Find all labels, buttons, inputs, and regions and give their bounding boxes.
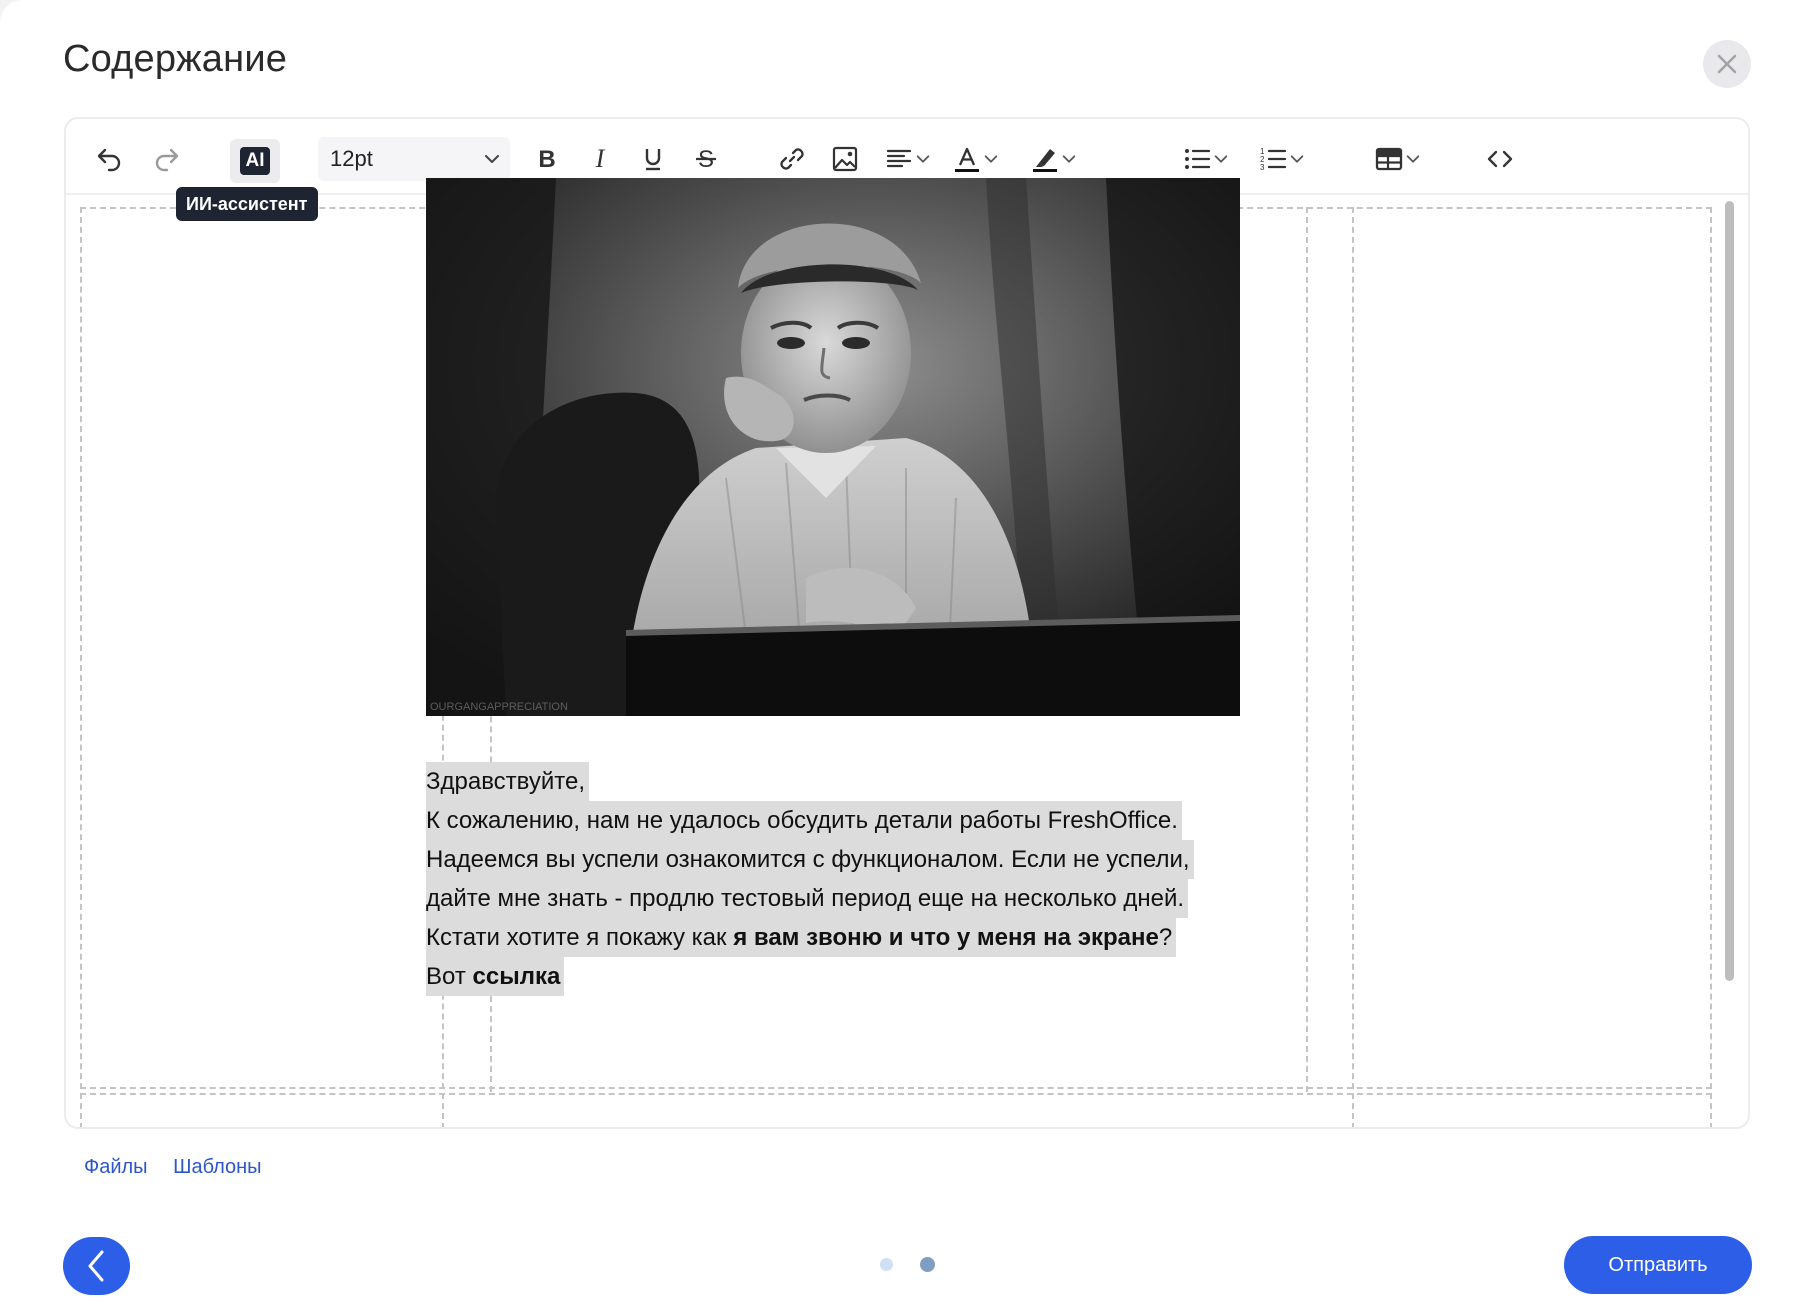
back-button[interactable] [63,1237,130,1295]
letter-line-5-prefix: Кстати хотите я покажу как [426,924,734,951]
undo-button[interactable] [90,139,130,179]
letter-line-5: Кстати хотите я покажу как я вам звоню и… [426,918,1177,957]
text-color-dropdown[interactable] [946,139,1006,179]
photo-watermark: OURGANGAPPRECIATION [430,701,568,713]
numbered-list-icon: 1 2 3 [1260,147,1287,172]
letter-link-text[interactable]: ссылка [473,963,561,990]
italic-button[interactable]: I [580,139,620,179]
send-button[interactable]: Отправить [1564,1236,1752,1294]
svg-text:B: B [538,146,555,173]
source-code-button[interactable] [1480,139,1520,179]
letter-line-6-prefix: Вот [426,963,473,990]
svg-text:I: I [595,144,606,173]
align-dropdown[interactable] [878,139,938,179]
letter-line-2: К сожалению, нам не удалось обсудить дет… [426,801,1182,840]
email-body-text[interactable]: Здравствуйте, К сожалению, нам не удалос… [426,762,1226,996]
letter-line-6: Вот ссылка [426,957,565,996]
link-icon [780,148,804,170]
italic-icon: I [595,144,606,173]
source-code-icon [1487,150,1513,168]
photo-boy-at-desk: OURGANGAPPRECIATION [426,178,1240,716]
close-icon [1717,54,1737,74]
table-guide-inner-right [1306,207,1308,1092]
table-guide-left [80,207,82,1127]
numbered-list-dropdown[interactable]: 1 2 3 [1252,139,1312,179]
table-guide-row [80,1087,1712,1089]
chevron-down-icon [984,155,998,163]
content-dialog: Содержание AI 12pt B I S 1 2 3 ИИ-ассист… [0,0,1800,1313]
letter-line-4: дайте мне знать - продлю тестовый период… [426,879,1189,918]
font-size-value: 12pt [330,146,373,171]
ai-assistant-icon: AI [240,147,270,175]
highlight-color-dropdown[interactable] [1024,139,1084,179]
ai-assistant-button[interactable]: AI [230,139,280,183]
underline-button[interactable] [633,139,673,179]
bold-icon: B [538,146,555,173]
redo-icon [155,148,179,172]
chevron-down-icon [1214,155,1228,163]
close-button[interactable] [1703,40,1751,88]
underline-icon [645,149,661,171]
svg-text:3: 3 [1260,163,1265,172]
text-color-icon [955,147,979,172]
letter-line-3: Надеемся вы успели ознакомится с функцио… [426,840,1194,879]
chevron-down-icon [1290,155,1304,163]
letter-line-5-bold: я вам звоню и что у меня на экране [733,924,1159,951]
redo-button[interactable] [146,139,186,179]
bulleted-list-dropdown[interactable] [1176,139,1236,179]
bulleted-list-icon [1185,149,1211,169]
letter-line-1: Здравствуйте, [426,762,590,801]
table-guide-row2 [80,1093,1712,1095]
strikethrough-button[interactable]: S [686,139,726,179]
highlight-color-icon [1033,149,1057,172]
step-indicator-1[interactable] [880,1258,893,1271]
attachment-links: Файлы Шаблоны [84,1156,282,1179]
templates-link[interactable]: Шаблоны [173,1156,261,1178]
inserted-photo[interactable]: OURGANGAPPRECIATION [426,178,1240,716]
table-icon [1375,147,1403,171]
scrollbar-thumb[interactable] [1725,201,1734,981]
font-size-select[interactable]: 12pt [318,137,510,181]
files-link[interactable]: Файлы [84,1156,148,1178]
image-icon [832,146,858,172]
step-indicator-2-active[interactable] [920,1257,935,1272]
image-button[interactable] [825,139,865,179]
chevron-down-icon [916,155,930,163]
undo-icon [97,148,121,172]
table-dropdown[interactable] [1368,139,1428,179]
chevron-left-icon [88,1250,103,1282]
editor-scrollbar[interactable] [1722,201,1736,1125]
align-left-icon [886,149,912,168]
bold-button[interactable]: B [527,139,567,179]
chevron-down-icon [1406,155,1420,163]
letter-line-5-suffix: ? [1158,924,1173,951]
link-button[interactable] [772,139,812,179]
table-guide-right [1710,207,1712,1127]
dialog-title: Содержание [63,38,288,80]
chevron-down-icon [485,155,499,163]
strikethrough-icon: S [696,146,716,173]
table-guide-col3 [1352,207,1354,1127]
chevron-down-icon [1062,155,1076,163]
ai-assistant-tooltip: ИИ-ассистент [176,187,318,221]
